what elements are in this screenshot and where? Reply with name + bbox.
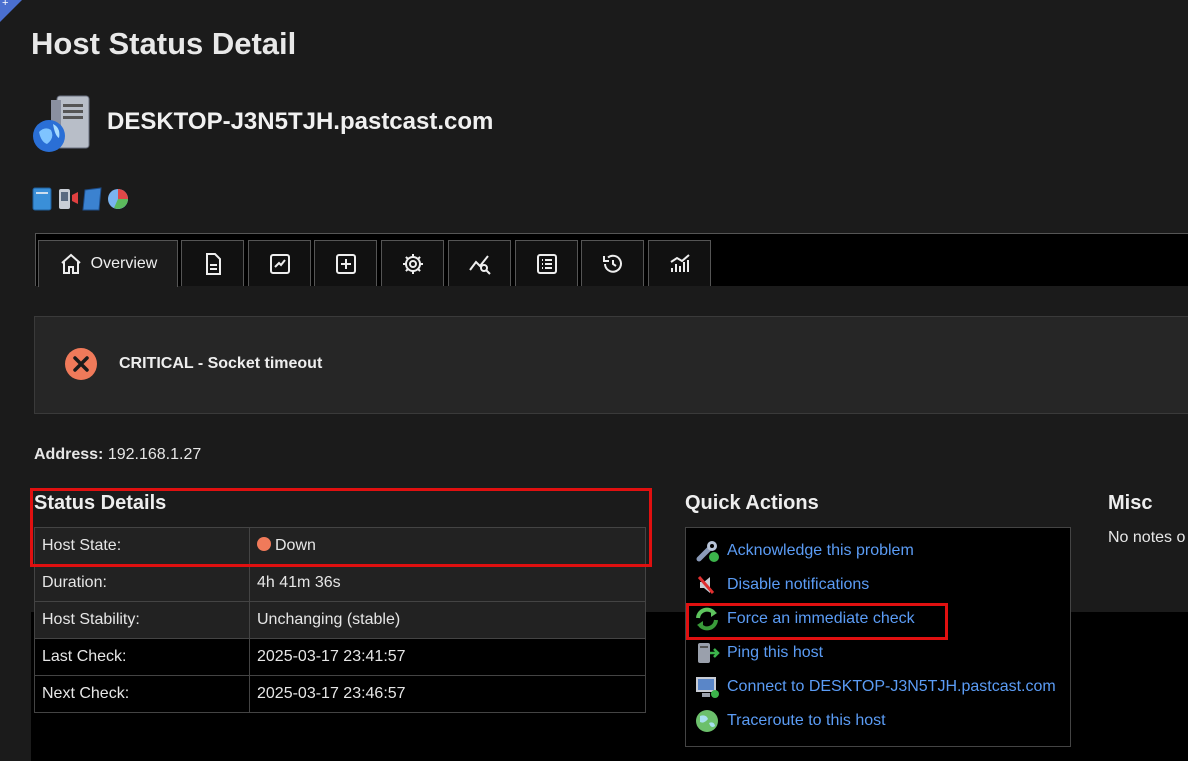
status-output: CRITICAL - Socket timeout	[119, 355, 323, 372]
gear-icon	[402, 253, 423, 274]
row-label: Host Stability:	[34, 601, 250, 639]
ping-icon	[698, 643, 720, 663]
critical-x-icon	[65, 348, 97, 380]
plus-square-icon	[335, 253, 356, 274]
misc-title: Misc	[1108, 492, 1153, 514]
tab-overview[interactable]: Overview	[38, 240, 178, 287]
host-state-cell: Down	[249, 527, 646, 565]
table-row: Host State: Down	[34, 527, 646, 565]
refresh-icon	[696, 607, 718, 631]
row-value: 2025-03-17 23:46:57	[249, 675, 646, 713]
left-strip	[0, 0, 31, 761]
quick-actions-box: Acknowledge this problem Disable notific…	[685, 527, 1071, 747]
history-icon	[602, 254, 622, 273]
tab-bar: Overview	[35, 233, 1188, 287]
host-address: Address: 192.168.1.27	[34, 446, 201, 464]
action-connect[interactable]: Connect to DESKTOP-J3N5TJH.pastcast.com	[694, 672, 1056, 702]
tab-list[interactable]	[515, 240, 578, 286]
notifications-off-icon	[697, 576, 715, 594]
pie-chart-icon[interactable]	[106, 186, 129, 212]
row-value: 4h 41m 36s	[249, 564, 646, 602]
action-disable-notifications[interactable]: Disable notifications	[694, 570, 869, 600]
home-icon	[60, 253, 81, 274]
bar-chart-icon	[669, 253, 690, 272]
page-title: Host Status Detail	[31, 26, 297, 61]
tab-overview-label: Overview	[90, 255, 158, 272]
action-acknowledge[interactable]: Acknowledge this problem	[694, 536, 914, 566]
acknowledge-link[interactable]: Acknowledge this problem	[727, 542, 914, 560]
quick-actions-title: Quick Actions	[685, 492, 819, 514]
status-alert-box: CRITICAL - Socket timeout	[34, 316, 1188, 414]
list-icon	[536, 253, 557, 274]
row-label: Next Check:	[34, 675, 250, 713]
status-details-title: Status Details	[34, 492, 167, 514]
action-force-check[interactable]: Force an immediate check	[694, 604, 915, 634]
connect-link[interactable]: Connect to DESKTOP-J3N5TJH.pastcast.com	[727, 678, 1056, 696]
book-icon[interactable]	[81, 186, 104, 212]
tab-bar-chart[interactable]	[648, 240, 711, 286]
table-row: Next Check: 2025-03-17 23:46:57	[34, 675, 646, 713]
row-label: Last Check:	[34, 638, 250, 676]
plus-icon: +	[2, 0, 9, 9]
sms-icon[interactable]	[56, 186, 79, 212]
wrench-icon	[696, 541, 719, 562]
tab-document[interactable]	[181, 240, 244, 286]
tab-trend[interactable]	[248, 240, 311, 286]
tab-settings[interactable]	[381, 240, 444, 286]
disable-notifications-link[interactable]: Disable notifications	[727, 576, 869, 594]
host-extra-icons	[31, 186, 129, 212]
force-check-link[interactable]: Force an immediate check	[727, 610, 915, 628]
tab-history[interactable]	[581, 240, 644, 286]
table-row: Host Stability: Unchanging (stable)	[34, 601, 646, 639]
row-label: Duration:	[34, 564, 250, 602]
trend-chart-icon	[269, 253, 290, 274]
host-state-value: Down	[275, 537, 316, 554]
document-icon	[205, 252, 221, 275]
tab-add[interactable]	[314, 240, 377, 286]
monitor-icon	[696, 677, 719, 698]
tab-chart-search[interactable]	[448, 240, 511, 286]
ping-link[interactable]: Ping this host	[727, 644, 823, 662]
row-value: 2025-03-17 23:41:57	[249, 638, 646, 676]
globe-icon	[696, 710, 718, 732]
address-label: Address:	[34, 446, 104, 463]
action-ping[interactable]: Ping this host	[694, 638, 823, 668]
table-row: Duration: 4h 41m 36s	[34, 564, 646, 602]
traceroute-link[interactable]: Traceroute to this host	[727, 712, 886, 730]
status-details-table: Host State: Down Duration: 4h 41m 36s Ho…	[34, 527, 646, 713]
row-label: Host State:	[34, 527, 250, 565]
host-server-icon	[33, 95, 90, 152]
table-row: Last Check: 2025-03-17 23:41:57	[34, 638, 646, 676]
row-value: Unchanging (stable)	[249, 601, 646, 639]
address-value: 192.168.1.27	[107, 446, 202, 463]
misc-notes: No notes o	[1108, 529, 1186, 546]
action-traceroute[interactable]: Traceroute to this host	[694, 706, 886, 736]
notes-icon[interactable]	[31, 186, 54, 212]
status-dot-icon	[257, 537, 271, 551]
chart-search-icon	[468, 254, 491, 275]
host-name: DESKTOP-J3N5TJH.pastcast.com	[107, 108, 494, 135]
